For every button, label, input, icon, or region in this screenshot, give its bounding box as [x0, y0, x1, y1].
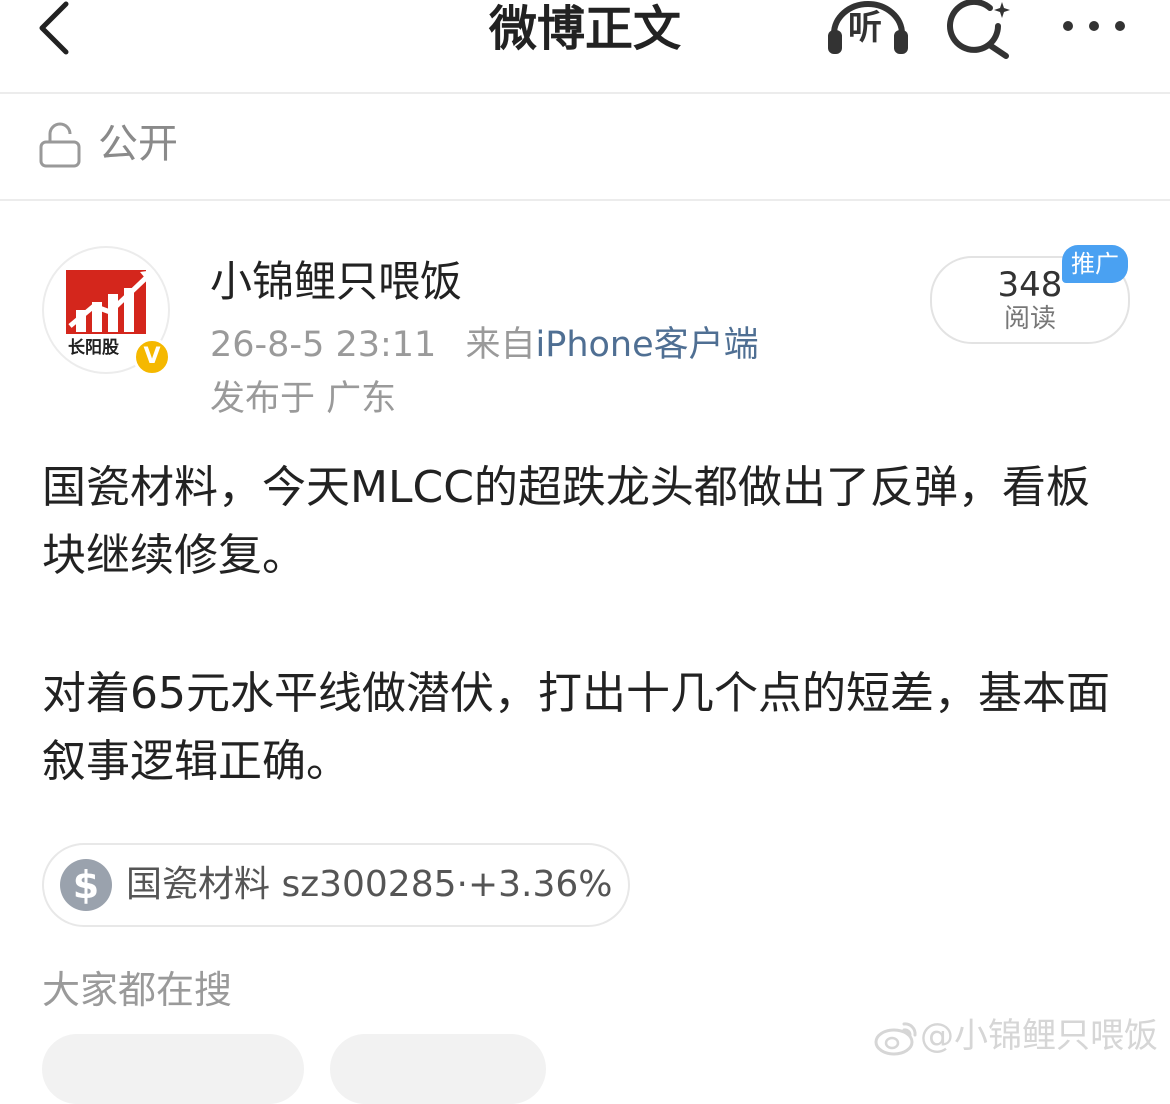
- watermark-text: @小锦鲤只喂饭: [920, 1016, 1158, 1056]
- listen-label: 听: [848, 8, 882, 48]
- watermark: @小锦鲤只喂饭: [874, 1014, 1158, 1058]
- privacy-label: 公开: [98, 121, 178, 167]
- listen-button[interactable]: 听: [826, 0, 910, 62]
- verified-badge: V: [133, 338, 171, 376]
- post-meta: 26-8-5 23:11 来自iPhone客户端: [210, 323, 759, 367]
- more-button[interactable]: [1060, 0, 1130, 56]
- post-paragraph: 国瓷材料，今天MLCC的超跌龙头都做出了反弹，看板块继续修复。: [42, 462, 1090, 581]
- privacy-row: 公开: [0, 94, 1170, 201]
- source-prefix: 来自: [465, 325, 536, 365]
- trending-search-chip[interactable]: [42, 1034, 304, 1104]
- post-source[interactable]: iPhone客户端: [535, 325, 758, 365]
- search-button[interactable]: [946, 0, 1016, 64]
- more-dots-icon: [1063, 21, 1125, 31]
- author-name[interactable]: 小锦鲤只喂饭: [210, 256, 462, 308]
- unlock-icon: [39, 122, 81, 168]
- weibo-logo-icon: [874, 1021, 917, 1055]
- dollar-icon: $: [60, 859, 112, 911]
- trending-search-label: 大家都在搜: [42, 968, 233, 1012]
- top-nav-bar: 微博正文 听: [0, 0, 1170, 94]
- stock-card[interactable]: $ 国瓷材料 sz300285·+3.36%: [42, 843, 630, 927]
- promote-badge[interactable]: 推广: [1062, 245, 1128, 283]
- trending-search-chip[interactable]: [330, 1034, 546, 1104]
- post-location: 发布于 广东: [210, 379, 397, 419]
- post-time: 26-8-5 23:11: [210, 325, 437, 365]
- search-icon: [947, 0, 1010, 59]
- post-paragraph: 对着65元水平线做潜伏，打出十几个点的短差，基本面叙事逻辑正确。: [42, 668, 1110, 787]
- read-label: 阅读: [1003, 304, 1056, 334]
- avatar-logo-text: 长阳股: [68, 338, 119, 358]
- stock-card-text: 国瓷材料 sz300285·+3.36%: [126, 864, 613, 905]
